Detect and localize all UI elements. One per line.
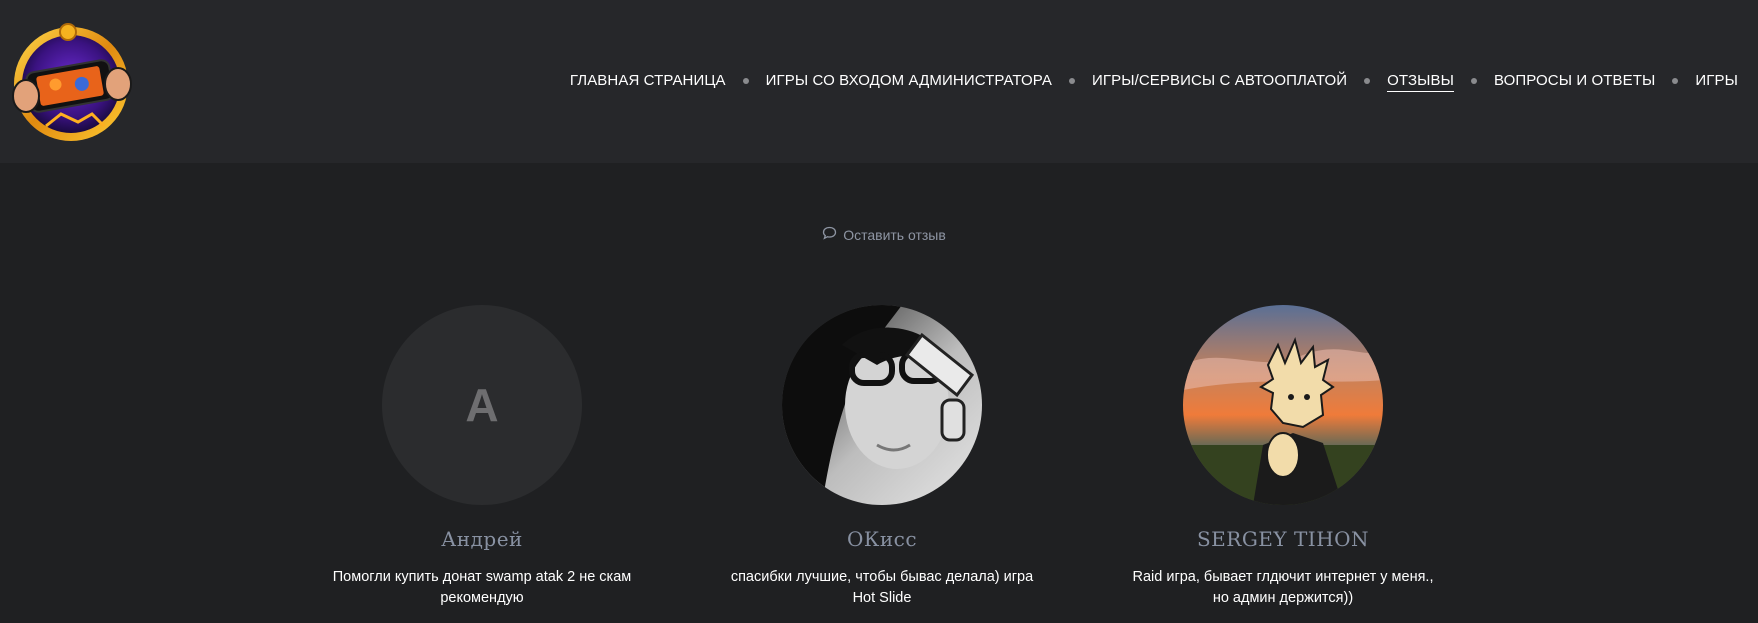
main-nav: ГЛАВНАЯ СТРАНИЦА ИГРЫ СО ВХОДОМ АДМИНИСТ… xyxy=(570,0,1738,163)
nav-item-faq[interactable]: ВОПРОСЫ И ОТВЕТЫ xyxy=(1494,72,1655,91)
nav-separator xyxy=(1069,77,1075,84)
avatar: А xyxy=(382,305,582,505)
nav-separator xyxy=(1470,77,1477,84)
review-text: спасибки лучшие, чтобы бывас делала) игр… xyxy=(730,569,1034,606)
comment-icon xyxy=(822,226,843,243)
reviewer-name: Андрей xyxy=(441,527,523,551)
reviewer-name: SERGEY TIHON xyxy=(1196,527,1370,551)
review-card: ОКисс спасибки лучшие, чтобы бывас делал… xyxy=(712,305,1052,609)
nav-item-reviews[interactable]: ОТЗЫВЫ xyxy=(1387,72,1454,92)
avatar-letter: А xyxy=(465,379,499,431)
nav-separator xyxy=(1672,77,1679,84)
nav-separator xyxy=(1364,77,1371,84)
nav-item-autopay-games[interactable]: ИГРЫ/СЕРВИСЫ С АВТООПЛАТОЙ xyxy=(1092,72,1347,91)
leave-review-label: Оставить отзыв xyxy=(843,226,946,243)
review-card: SERGEY TIHON Raid игра, бывает глдючит и… xyxy=(1113,305,1453,609)
avatar xyxy=(1183,305,1383,505)
review-card: А Андрей Помогли купить донат swamp atak… xyxy=(312,305,652,609)
reviewer-name: ОКисс xyxy=(846,527,918,551)
nav-item-admin-games[interactable]: ИГРЫ СО ВХОДОМ АДМИНИСТРАТОРА xyxy=(766,72,1052,91)
nav-item-games[interactable]: ИГРЫ xyxy=(1695,72,1738,91)
nav-item-home[interactable]: ГЛАВНАЯ СТРАНИЦА xyxy=(570,72,726,91)
review-text: Raid игра, бывает глдючит интернет у мен… xyxy=(1132,569,1434,606)
gamepad-logo-icon[interactable] xyxy=(6,18,136,144)
nav-separator xyxy=(742,77,749,84)
review-text: Помогли купить донат swamp atak 2 не ска… xyxy=(332,569,632,606)
avatar xyxy=(782,305,982,505)
site-header: ГЛАВНАЯ СТРАНИЦА ИГРЫ СО ВХОДОМ АДМИНИСТ… xyxy=(0,0,1758,163)
leave-review-link[interactable]: Оставить отзыв xyxy=(0,226,1758,243)
